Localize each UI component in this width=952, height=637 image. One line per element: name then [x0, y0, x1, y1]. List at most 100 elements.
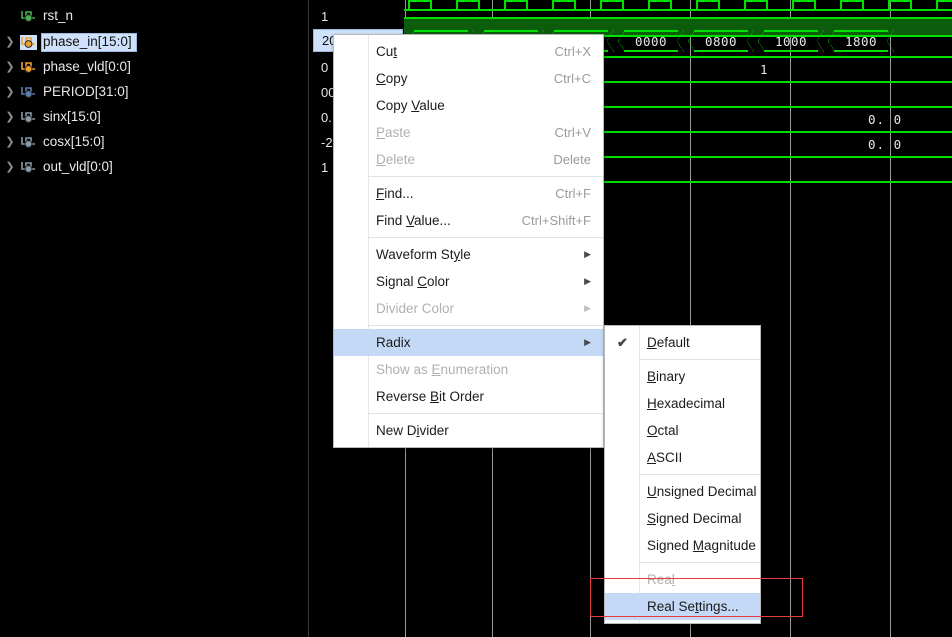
- menu-item-reverse-bit-order[interactable]: Reverse Bit Order: [334, 383, 603, 410]
- signal-name-label: phase_in[15:0]: [41, 32, 137, 52]
- radix-item-ascii[interactable]: ASCII: [605, 444, 760, 471]
- menu-item-shortcut: Ctrl+Shift+F: [521, 213, 591, 228]
- menu-item-label: Copy Value: [376, 98, 445, 113]
- waveform-inline-value: 0. 0: [868, 137, 903, 152]
- radix-item-binary[interactable]: Binary: [605, 363, 760, 390]
- menu-item-delete: Delete Delete: [334, 146, 603, 173]
- waveform-bus-segment[interactable]: 1800: [828, 30, 894, 52]
- tree-row[interactable]: ❯ phase_vld[0:0]: [0, 55, 308, 79]
- menu-separator: [368, 176, 603, 177]
- radix-item-signed-decimal[interactable]: Signed Decimal: [605, 505, 760, 532]
- menu-item-label: Find...: [376, 186, 414, 201]
- chevron-right-icon[interactable]: ❯: [0, 111, 20, 123]
- bus-segment-bottom-edge: [624, 50, 678, 52]
- menu-item-label: Radix: [376, 335, 411, 350]
- waveform-bus-segment[interactable]: 0800: [688, 30, 754, 52]
- menu-item-find[interactable]: Find... Ctrl+F: [334, 180, 603, 207]
- bus-signal-icon: [20, 110, 37, 125]
- checkmark-icon: ✔: [617, 334, 628, 350]
- menu-item-shortcut: Ctrl+X: [554, 44, 591, 59]
- menu-item-waveform-style[interactable]: Waveform Style ▶: [334, 241, 603, 268]
- menu-item-new-divider[interactable]: New Divider: [334, 417, 603, 444]
- bus-signal-icon: [20, 160, 37, 175]
- signal-value-cell[interactable]: 1: [313, 4, 403, 28]
- menu-item-shortcut: Ctrl+F: [555, 186, 591, 201]
- menu-separator: [368, 237, 603, 238]
- waveform-row-clock[interactable]: [404, 0, 952, 18]
- submenu-arrow-icon: ▶: [584, 337, 591, 347]
- menu-item-cut[interactable]: Cut Ctrl+X: [334, 38, 603, 65]
- radix-item-label: Octal: [647, 423, 679, 438]
- waveform-bus-segment[interactable]: 1000: [758, 30, 824, 52]
- chevron-right-icon[interactable]: ❯: [0, 36, 20, 48]
- radix-item-label: Unsigned Decimal: [647, 484, 757, 499]
- bus-segment-value: 1000: [774, 33, 808, 49]
- signal-name-label: phase_vld[0:0]: [43, 58, 131, 74]
- menu-item-copy[interactable]: Copy Ctrl+C: [334, 65, 603, 92]
- bus-segment-value: 0000: [634, 33, 668, 49]
- radix-item-unsigned-decimal[interactable]: Unsigned Decimal: [605, 478, 760, 505]
- menu-item-label: Cut: [376, 44, 398, 59]
- tree-row[interactable]: ❯ sinx[15:0]: [0, 105, 308, 129]
- menu-item-signal-color[interactable]: Signal Color ▶: [334, 268, 603, 295]
- waveform-bus-segment[interactable]: 0000: [618, 30, 684, 52]
- menu-separator: [368, 413, 603, 414]
- chevron-right-icon[interactable]: ❯: [0, 161, 20, 173]
- menu-separator: [368, 325, 603, 326]
- submenu-arrow-icon: ▶: [584, 303, 591, 313]
- bus-segment-top-edge: [834, 30, 888, 32]
- tree-row[interactable]: ❯rst_n: [0, 4, 308, 28]
- menu-item-copy-value[interactable]: Copy Value: [334, 92, 603, 119]
- menu-item-label: Reverse Bit Order: [376, 389, 485, 404]
- radix-item-real-settings[interactable]: Real Settings...: [605, 593, 760, 620]
- bus-segment-top-edge: [414, 30, 468, 32]
- bus-segment-value: 1800: [844, 33, 878, 49]
- menu-item-label: Show as Enumeration: [376, 362, 509, 377]
- chevron-right-icon[interactable]: ❯: [0, 136, 20, 148]
- waveform-inline-value: 0. 0: [868, 112, 903, 127]
- menu-item-radix[interactable]: Radix ▶: [334, 329, 603, 356]
- bus-segment-bottom-edge: [694, 50, 748, 52]
- radix-item-label: Signed Magnitude: [647, 538, 756, 553]
- tree-row[interactable]: ❯ out_vld[0:0]: [0, 155, 308, 179]
- menu-item-label: Copy: [376, 71, 408, 86]
- tree-row[interactable]: ❯ phase_in[15:0]: [0, 30, 308, 54]
- menu-item-find-value[interactable]: Find Value... Ctrl+Shift+F: [334, 207, 603, 234]
- radix-item-real: Real: [605, 566, 760, 593]
- radix-item-label: Default: [647, 335, 690, 350]
- radix-submenu[interactable]: ✔ Default Binary Hexadecimal Octal ASCII Unsig…: [604, 325, 761, 624]
- menu-item-divider-color: Divider Color ▶: [334, 295, 603, 322]
- radix-item-default[interactable]: ✔ Default: [605, 329, 760, 356]
- bus-signal-icon: [20, 85, 37, 100]
- radix-item-label: Binary: [647, 369, 686, 384]
- menu-separator: [639, 359, 760, 360]
- bus-signal-icon: [20, 60, 37, 75]
- signal-name-label: PERIOD[31:0]: [43, 83, 129, 99]
- bus-segment-top-edge: [624, 30, 678, 32]
- waveform-gridline: [890, 0, 891, 637]
- signal-name-label: out_vld[0:0]: [43, 158, 113, 174]
- radix-item-label: Hexadecimal: [647, 396, 726, 411]
- bus-segment-top-edge: [554, 30, 608, 32]
- chevron-right-icon[interactable]: ❯: [0, 86, 20, 98]
- clock-baseline: [404, 9, 952, 11]
- bus-signal-icon: [20, 34, 37, 50]
- tree-row[interactable]: ❯ cosx[15:0]: [0, 130, 308, 154]
- bus-segment-bottom-edge: [764, 50, 818, 52]
- bus-signal-icon: [20, 135, 37, 150]
- radix-item-signed-magnitude[interactable]: Signed Magnitude: [605, 532, 760, 559]
- waveform-inline-value: 1: [760, 62, 769, 77]
- bus-segment-top-edge: [484, 30, 538, 32]
- bus-segment-top-edge: [764, 30, 818, 32]
- signal-name-tree[interactable]: ❯rst_n ❯ phase_in[15:0] ❯ phase_vld[0:0] ❯ PER…: [0, 0, 308, 637]
- radix-item-octal[interactable]: Octal: [605, 417, 760, 444]
- menu-item-label: Find Value...: [376, 213, 451, 228]
- radix-item-hexadecimal[interactable]: Hexadecimal: [605, 390, 760, 417]
- chevron-right-icon[interactable]: ❯: [0, 61, 20, 73]
- menu-item-paste: Paste Ctrl+V: [334, 119, 603, 146]
- tree-row[interactable]: ❯ PERIOD[31:0]: [0, 80, 308, 104]
- signal-context-menu[interactable]: Cut Ctrl+X Copy Ctrl+C Copy Value Paste Ctrl+V…: [333, 34, 604, 448]
- radix-item-label: Real Settings...: [647, 599, 739, 614]
- single-bit-signal-icon: [20, 9, 37, 24]
- menu-item-label: Paste: [376, 125, 411, 140]
